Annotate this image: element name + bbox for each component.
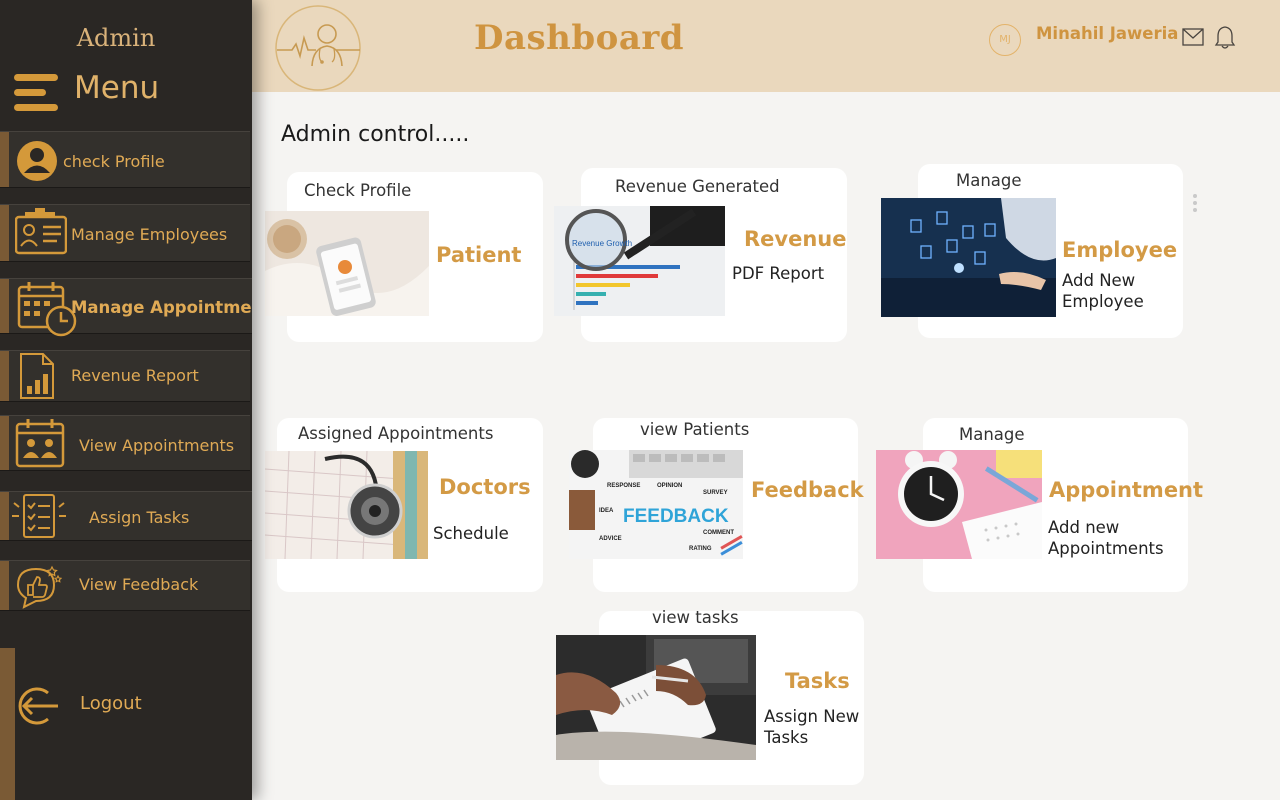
- revenue-link[interactable]: Revenue: [744, 227, 847, 251]
- sidebar-item-label: Manage Appointment: [71, 298, 252, 317]
- appointment-link[interactable]: Appointment: [1049, 478, 1203, 502]
- revenue-growth-image: Revenue Growth: [554, 206, 725, 316]
- feedback-word: FEEDBACK: [623, 506, 729, 527]
- alarm-clock-image: [876, 450, 1042, 559]
- employee-link[interactable]: Employee: [1062, 238, 1177, 262]
- feedback-word: SURVEY: [703, 490, 728, 496]
- patient-link[interactable]: Patient: [436, 243, 521, 267]
- calendar-clock-icon: [17, 282, 77, 337]
- patient-phone-image: [265, 211, 429, 316]
- feedback-word: OPINION: [657, 483, 682, 489]
- top-header: Dashboard MJ Minahil Jaweria: [252, 0, 1280, 92]
- sidebar-item-assign-tasks[interactable]: Assign Tasks: [0, 491, 252, 541]
- feedback-word: COMMENT: [703, 530, 734, 536]
- sidebar-item-label: Assign Tasks: [89, 508, 190, 527]
- logout-label: Logout: [80, 693, 142, 714]
- card-top-label: Check Profile: [304, 181, 412, 200]
- feedback-word: IDEA: [599, 508, 614, 514]
- sidebar-item-view-appointments[interactable]: View Appointments: [0, 415, 250, 471]
- bell-icon[interactable]: [1214, 25, 1236, 49]
- id-card-icon: [15, 208, 67, 255]
- sidebar-item-manage-appointment[interactable]: Manage Appointment: [0, 278, 252, 337]
- checklist-icon: [12, 494, 66, 538]
- clinic-logo-icon: [275, 5, 361, 91]
- sidebar-item-label: Manage Employees: [71, 225, 228, 244]
- page-title: Dashboard: [474, 18, 685, 58]
- user-name[interactable]: Minahil Jaweria: [1036, 24, 1178, 43]
- thumbs-up-icon: [16, 565, 62, 609]
- hamburger-menu-icon[interactable]: [14, 72, 62, 112]
- sidebar-item-label: View Appointments: [79, 436, 235, 455]
- revenue-growth-text: Revenue Growth: [572, 239, 632, 248]
- logout-icon: [18, 687, 58, 725]
- add-new-appointments-link[interactable]: Add new Appointments: [1048, 517, 1188, 559]
- feedback-word: RESPONSE: [607, 483, 640, 489]
- sidebar-item-revenue-report[interactable]: Revenue Report: [0, 350, 250, 402]
- feedback-link[interactable]: Feedback: [751, 478, 864, 502]
- feedback-word: RATING: [689, 546, 712, 552]
- section-title: Admin control.....: [281, 122, 470, 147]
- mail-icon[interactable]: [1182, 28, 1204, 46]
- avatar[interactable]: MJ: [989, 24, 1021, 56]
- card-top-label: Manage: [956, 171, 1022, 190]
- pdf-report-link[interactable]: PDF Report: [732, 263, 824, 284]
- calendar-people-icon: [15, 419, 65, 468]
- sidebar-item-label: check Profile: [63, 152, 165, 171]
- sidebar-item-view-feedback[interactable]: View Feedback: [0, 560, 250, 611]
- add-new-employee-link[interactable]: Add New Employee: [1062, 270, 1177, 312]
- tasks-link[interactable]: Tasks: [785, 669, 850, 693]
- user-icon: [17, 141, 57, 181]
- report-chart-icon: [20, 353, 54, 399]
- employee-laptop-image: [881, 198, 1056, 317]
- sidebar-admin-label: Admin: [76, 24, 156, 52]
- sidebar-item-manage-employees[interactable]: Manage Employees: [0, 204, 250, 262]
- sidebar-item-label: View Feedback: [79, 575, 199, 594]
- doctors-link[interactable]: Doctors: [439, 475, 531, 499]
- feedback-word: ADVICE: [599, 536, 622, 542]
- card-top-label: Manage: [959, 425, 1025, 444]
- sidebar-item-check-profile[interactable]: check Profile: [0, 131, 250, 188]
- sidebar-menu-label: Menu: [74, 70, 160, 106]
- card-top-label: view tasks: [652, 608, 739, 627]
- assign-new-tasks-link[interactable]: Assign New Tasks: [764, 706, 874, 748]
- more-options-icon[interactable]: [1193, 194, 1199, 215]
- feedback-words-image: RESPONSE OPINION SURVEY IDEA FEEDBACK AD…: [569, 450, 743, 559]
- schedule-link[interactable]: Schedule: [433, 523, 509, 544]
- sidebar-item-label: Revenue Report: [71, 366, 199, 385]
- sidebar: Admin Menu check Profile Manage Employee…: [0, 0, 252, 800]
- doctor-calendar-image: [265, 451, 428, 559]
- card-top-label: Revenue Generated: [615, 177, 780, 196]
- card-top-label: view Patients: [640, 420, 750, 439]
- card-top-label: Assigned Appointments: [298, 424, 494, 443]
- writing-notebook-image: [556, 635, 756, 760]
- logout-button[interactable]: Logout: [0, 648, 252, 800]
